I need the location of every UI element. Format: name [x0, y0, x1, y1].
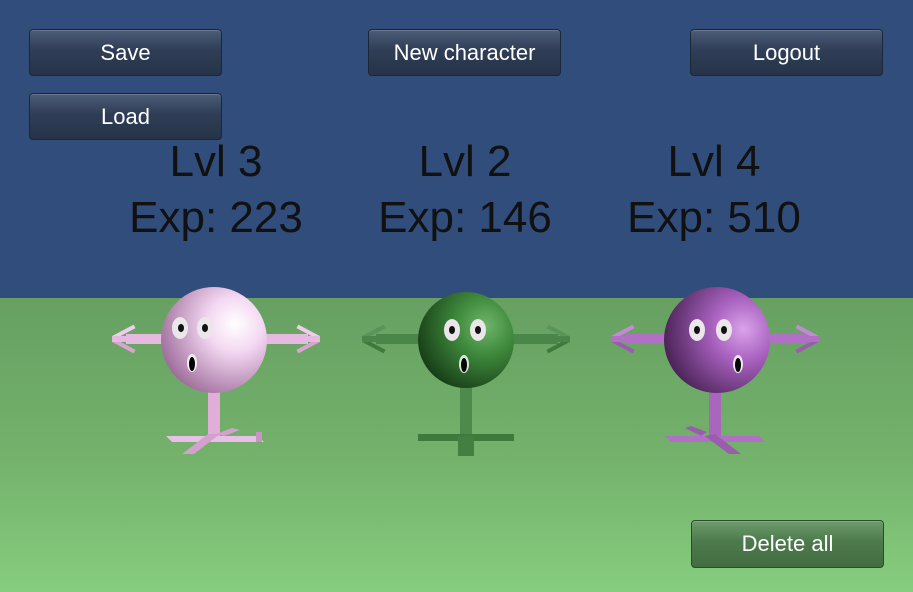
character-1-model[interactable]	[108, 286, 324, 462]
character-2-stats: Lvl 2 Exp: 146	[345, 134, 585, 246]
new-character-button[interactable]: New character	[368, 29, 561, 76]
character-1-body	[161, 287, 267, 393]
character-1-exp: Exp: 223	[129, 193, 303, 242]
delete-all-button[interactable]: Delete all	[691, 520, 884, 568]
character-1-level: Lvl 3	[169, 137, 263, 186]
character-2-exp: Exp: 146	[378, 193, 552, 242]
character-2-legs	[418, 382, 514, 456]
logout-button[interactable]: Logout	[690, 29, 883, 76]
character-3-exp: Exp: 510	[627, 193, 801, 242]
save-button[interactable]: Save	[29, 29, 222, 76]
character-1-stats: Lvl 3 Exp: 223	[96, 134, 336, 246]
character-3-body	[664, 287, 770, 393]
character-3-model[interactable]	[607, 286, 823, 462]
character-3-level: Lvl 4	[667, 137, 761, 186]
load-button[interactable]: Load	[29, 93, 222, 140]
character-2-level: Lvl 2	[418, 137, 512, 186]
character-2-body	[418, 292, 514, 388]
character-2-model[interactable]	[358, 286, 574, 462]
character-3-stats: Lvl 4 Exp: 510	[594, 134, 834, 246]
